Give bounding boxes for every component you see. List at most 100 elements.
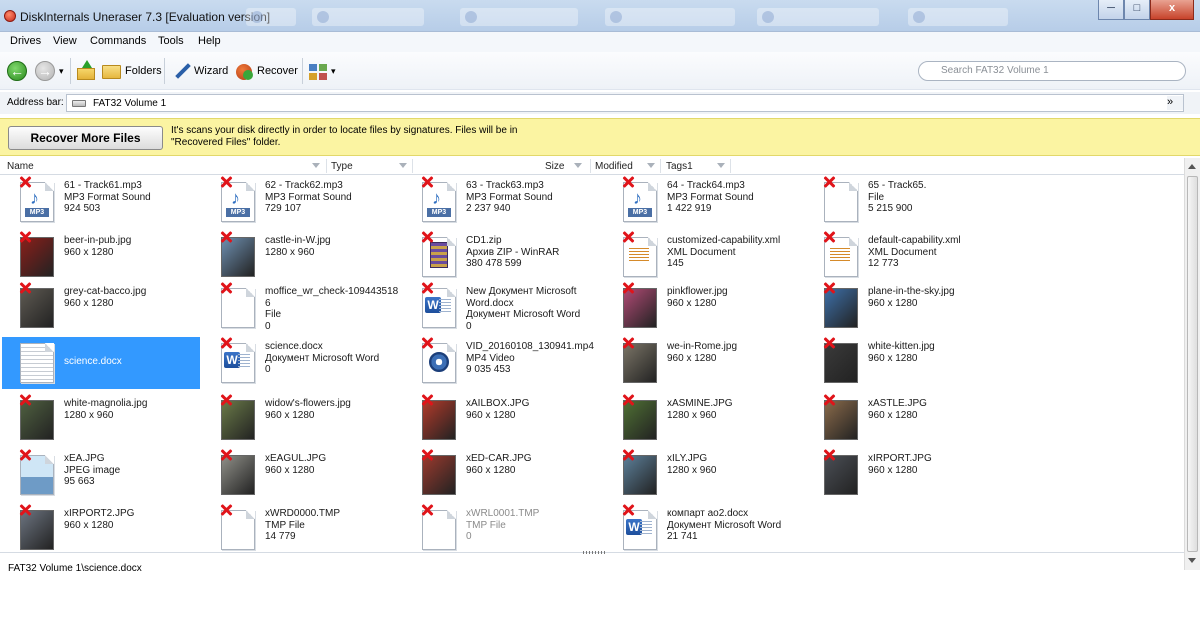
- file-item[interactable]: moffice_wr_check-109443518 6 File 0: [203, 282, 401, 334]
- type-filter-icon[interactable]: [399, 163, 407, 168]
- view-mode-button[interactable]: ▾: [308, 61, 336, 81]
- recover-more-files-button[interactable]: Recover More Files: [8, 126, 163, 150]
- file-item[interactable]: VID_20160108_130941.mp4 MP4 Video 9 035 45…: [404, 337, 602, 389]
- file-detail: 960 x 1280: [466, 409, 516, 421]
- background-tab: [757, 8, 879, 26]
- file-item[interactable]: plane-in-the-sky.jpg 960 x 1280: [806, 282, 1004, 334]
- scroll-up-icon[interactable]: [1188, 164, 1196, 169]
- file-item[interactable]: xEAGUL.JPG 960 x 1280: [203, 449, 401, 501]
- deleted-mark-icon: [823, 394, 835, 406]
- forward-dropdown-icon[interactable]: ▾: [59, 66, 64, 77]
- size-filter-icon[interactable]: [574, 163, 582, 168]
- file-item[interactable]: xED-CAR.JPG 960 x 1280: [404, 449, 602, 501]
- col-name[interactable]: Name: [7, 161, 34, 172]
- file-item[interactable]: xIRPORT2.JPG 960 x 1280: [2, 504, 200, 556]
- file-item[interactable]: xASMINE.JPG 1280 x 960: [605, 394, 803, 446]
- file-item[interactable]: CD1.zip Архив ZIP - WinRAR 380 478 599: [404, 231, 602, 283]
- menu-drives[interactable]: Drives: [10, 35, 41, 47]
- file-label: CD1.zip Архив ZIP - WinRAR 380 478 599: [466, 235, 600, 270]
- address-field[interactable]: FAT32 Volume 1: [66, 94, 1184, 112]
- name-filter-icon[interactable]: [312, 163, 320, 168]
- scroll-thumb[interactable]: [1187, 176, 1198, 552]
- file-item[interactable]: science.docx: [2, 337, 200, 389]
- file-item[interactable]: xIRPORT.JPG 960 x 1280: [806, 449, 1004, 501]
- up-folder-button[interactable]: [76, 60, 99, 80]
- maximize-button[interactable]: □: [1124, 0, 1150, 20]
- col-modified[interactable]: Modified: [595, 161, 633, 172]
- file-item[interactable]: customized-capability.xml XML Document 145: [605, 231, 803, 283]
- file-name: 64 - Track64.mp3: [667, 180, 745, 191]
- deleted-mark-icon: [823, 176, 835, 188]
- file-detail: 960 x 1280: [868, 352, 918, 364]
- generic-file-icon: [221, 510, 255, 550]
- splitter-grip[interactable]: [583, 551, 607, 554]
- file-item[interactable]: xILY.JPG 1280 x 960: [605, 449, 803, 501]
- back-button[interactable]: ←: [7, 61, 27, 81]
- close-button[interactable]: x: [1150, 0, 1194, 20]
- file-item[interactable]: castle-in-W.jpg 1280 x 960: [203, 231, 401, 283]
- file-label: xEA.JPG JPEG image 95 663: [64, 453, 198, 488]
- go-button[interactable]: »: [1167, 96, 1183, 110]
- minimize-button[interactable]: ─: [1098, 0, 1124, 20]
- file-item[interactable]: ♪ MP3 62 - Track62.mp3 MP3 Format Sound 729 …: [203, 176, 401, 228]
- deleted-mark-icon: [622, 394, 634, 406]
- file-detail: 960 x 1280: [667, 297, 717, 309]
- file-item[interactable]: ♪ MP3 61 - Track61.mp3 MP3 Format Sound 924 …: [2, 176, 200, 228]
- folders-button[interactable]: Folders: [102, 61, 162, 81]
- col-size[interactable]: Size: [545, 161, 564, 172]
- file-item[interactable]: grey-cat-bacco.jpg 960 x 1280: [2, 282, 200, 334]
- file-name: science.docx: [265, 341, 323, 352]
- background-tab: [605, 8, 735, 26]
- file-item[interactable]: ♪ MP3 63 - Track63.mp3 MP3 Format Sound 2 23…: [404, 176, 602, 228]
- recover-icon: [234, 61, 254, 81]
- col-tags[interactable]: Tags1: [666, 161, 693, 172]
- file-item[interactable]: ♪ MP3 64 - Track64.mp3 MP3 Format Sound 1 42…: [605, 176, 803, 228]
- file-name: 65 - Track65.: [868, 180, 927, 191]
- mp3-file-icon: ♪ MP3: [623, 182, 657, 222]
- forward-arrow-icon: →: [35, 61, 55, 81]
- file-item[interactable]: we-in-Rome.jpg 960 x 1280: [605, 337, 803, 389]
- file-item[interactable]: W New Документ Microsoft Word.docx Документ…: [404, 282, 602, 334]
- file-item[interactable]: pinkflower.jpg 960 x 1280: [605, 282, 803, 334]
- recover-button[interactable]: Recover: [234, 61, 298, 81]
- col-type[interactable]: Type: [331, 161, 353, 172]
- deleted-mark-icon: [823, 337, 835, 349]
- file-item[interactable]: xWRD0000.TMP TMP File 14 779: [203, 504, 401, 556]
- search-input[interactable]: Search FAT32 Volume 1: [918, 61, 1186, 81]
- file-item[interactable]: default-capability.xml XML Document 12 773: [806, 231, 1004, 283]
- file-item[interactable]: Wscience.docx Документ Microsoft Word 0: [203, 337, 401, 389]
- deleted-mark-icon: [421, 449, 433, 461]
- file-name: xEA.JPG: [64, 453, 105, 464]
- modified-filter-icon[interactable]: [647, 163, 655, 168]
- menu-view[interactable]: View: [53, 35, 77, 47]
- menu-tools[interactable]: Tools: [158, 35, 184, 47]
- file-label: xEAGUL.JPG 960 x 1280: [265, 453, 399, 476]
- menu-commands[interactable]: Commands: [90, 35, 146, 47]
- photo-thumbnail: [20, 288, 54, 328]
- file-item[interactable]: beer-in-pub.jpg 960 x 1280: [2, 231, 200, 283]
- file-detail: 0: [265, 320, 271, 332]
- scroll-down-icon[interactable]: [1188, 558, 1196, 563]
- file-item[interactable]: 65 - Track65. File 5 215 900: [806, 176, 1004, 228]
- file-item[interactable]: white-magnolia.jpg 1280 x 960: [2, 394, 200, 446]
- file-item[interactable]: xWRL0001.TMP TMP File 0: [404, 504, 602, 556]
- wizard-label: Wizard: [194, 65, 229, 77]
- file-item[interactable]: white-kitten.jpg 960 x 1280: [806, 337, 1004, 389]
- file-item[interactable]: xEA.JPG JPEG image 95 663: [2, 449, 200, 501]
- file-name: xIRPORT2.JPG: [64, 508, 135, 519]
- file-item[interactable]: xASTLE.JPG 960 x 1280: [806, 394, 1004, 446]
- file-name: 62 - Track62.mp3: [265, 180, 343, 191]
- file-item[interactable]: widow's-flowers.jpg 960 x 1280: [203, 394, 401, 446]
- file-detail: 960 x 1280: [868, 297, 918, 309]
- file-item[interactable]: xAILBOX.JPG 960 x 1280: [404, 394, 602, 446]
- forward-button[interactable]: → ▾: [35, 61, 64, 81]
- file-item[interactable]: Wкомпарт ао2.docx Документ Microsoft Word…: [605, 504, 803, 556]
- word-document-icon: W: [221, 343, 255, 383]
- vertical-scrollbar[interactable]: [1184, 158, 1200, 570]
- wizard-button[interactable]: Wizard: [171, 61, 228, 81]
- tags-filter-icon[interactable]: [717, 163, 725, 168]
- file-label: xIRPORT.JPG 960 x 1280: [868, 453, 1002, 476]
- deleted-mark-icon: [421, 504, 433, 516]
- menu-help[interactable]: Help: [198, 35, 221, 47]
- file-detail: 960 x 1280: [265, 409, 315, 421]
